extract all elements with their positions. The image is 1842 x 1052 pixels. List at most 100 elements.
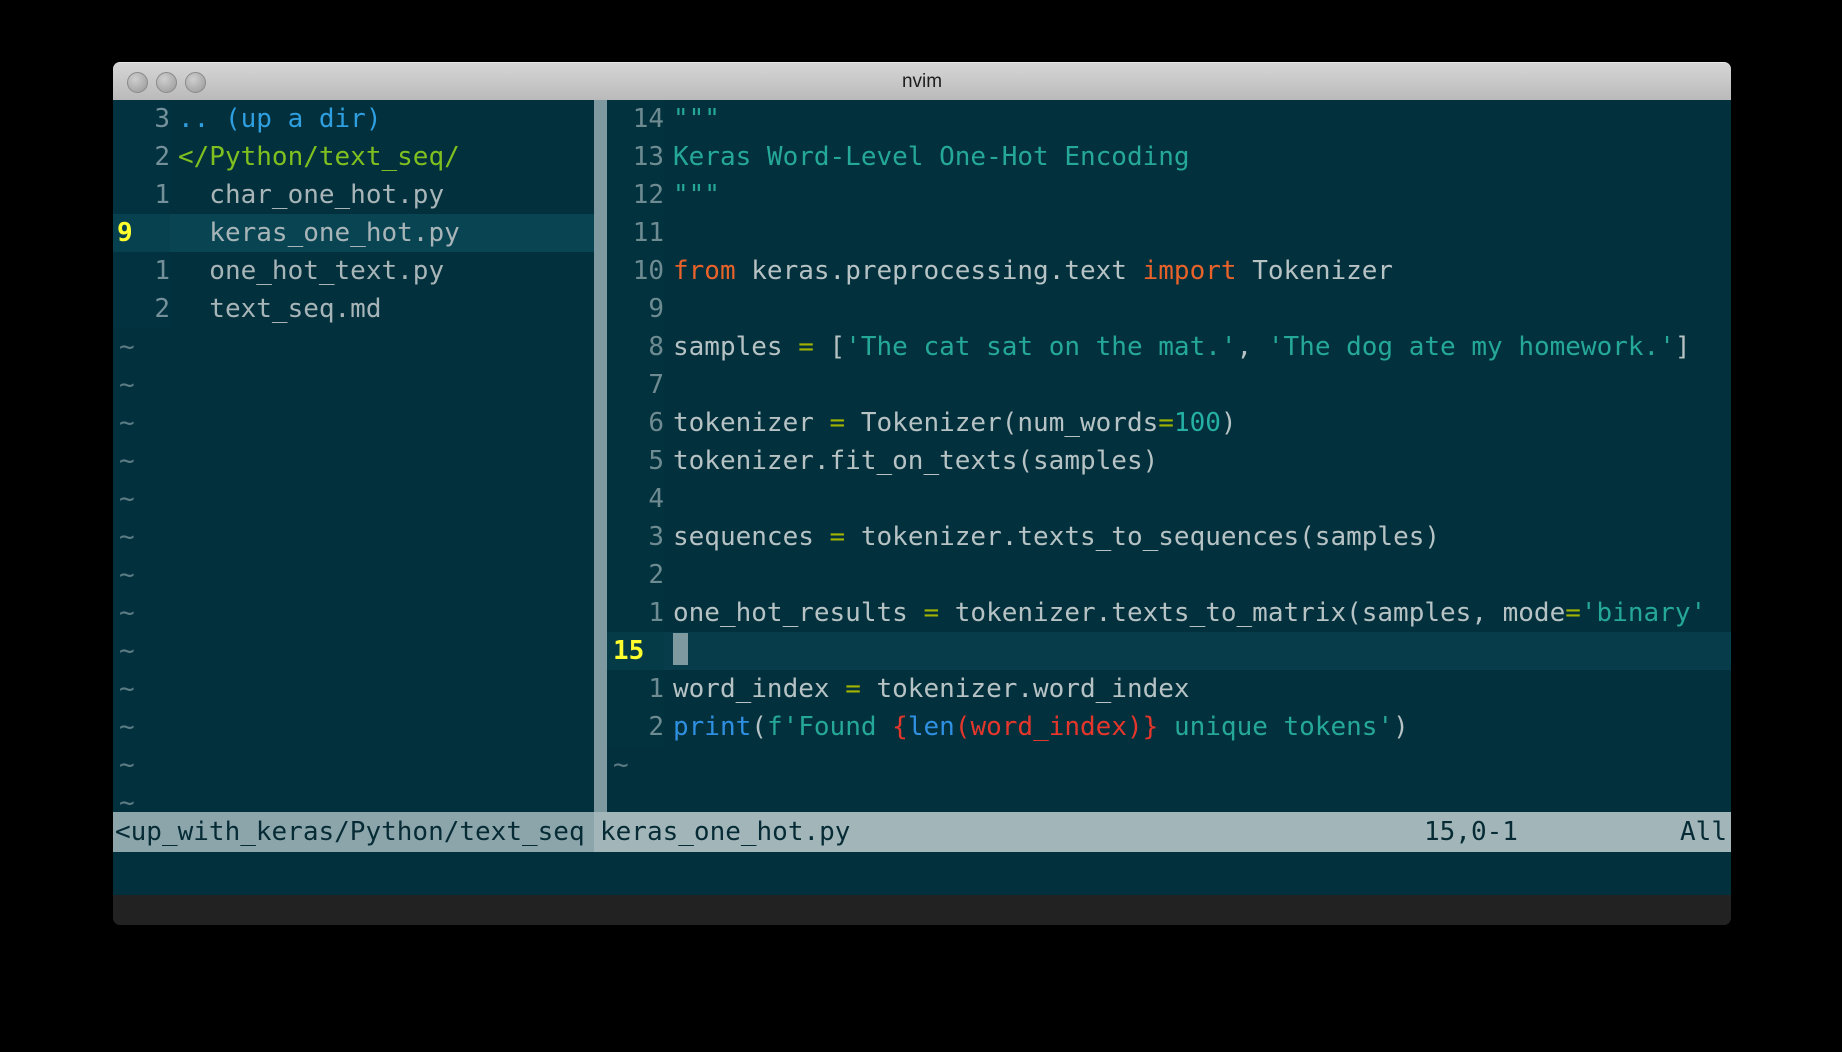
explorer-line-number: 2 <box>113 138 170 176</box>
explorer-filler-tilde: ~ <box>119 408 135 438</box>
code-line[interactable]: 9 <box>607 290 1731 328</box>
code-line-content: samples = ['The cat sat on the mat.', 'T… <box>664 332 1691 362</box>
status-scroll-indicator: All <box>1680 817 1727 847</box>
code-line[interactable]: 4 <box>607 480 1731 518</box>
code-line[interactable]: 1 one_hot_results = tokenizer.texts_to_ma… <box>607 594 1731 632</box>
status-editor: keras_one_hot.py 15,0-1 All <box>594 812 1731 852</box>
explorer-filler-tilde: ~ <box>119 788 135 812</box>
explorer-line-number: 9 <box>113 214 170 252</box>
window-title: nvim <box>901 71 943 92</box>
explorer-entry[interactable]: 1 one_hot_text.py <box>113 252 594 290</box>
explorer-filler-tilde: ~ <box>119 598 135 628</box>
code-line-number: 9 <box>607 290 664 328</box>
code-token: = <box>845 674 861 704</box>
code-token: = <box>829 522 846 552</box>
code-line-content <box>664 294 673 324</box>
code-line-number: 8 <box>607 328 664 366</box>
code-line-number: 15 <box>607 632 664 670</box>
code-token: """ <box>673 180 720 210</box>
code-line-number: 6 <box>607 404 664 442</box>
status-explorer-path: <up_with_keras/Python/text_seq <box>113 812 594 852</box>
explorer-line-number: 2 <box>113 290 170 328</box>
code-line[interactable]: 14 """ <box>607 100 1731 138</box>
code-token: import <box>1142 256 1237 286</box>
code-token: ) <box>1393 712 1409 742</box>
code-line[interactable]: 7 <box>607 366 1731 404</box>
code-line-content: Keras Word-Level One-Hot Encoding <box>664 142 1190 172</box>
code-line[interactable]: 12 """ <box>607 176 1731 214</box>
explorer-entry[interactable]: 3 .. (up a dir) <box>113 100 594 138</box>
code-token: 'The cat sat on the mat.' <box>845 332 1237 362</box>
command-line[interactable] <box>113 852 1731 895</box>
code-line[interactable]: 13 Keras Word-Level One-Hot Encoding <box>607 138 1731 176</box>
status-cursor-position: 15,0-1 <box>1424 817 1518 847</box>
explorer-filler-tilde: ~ <box>119 712 135 742</box>
code-line[interactable]: 11 <box>607 214 1731 252</box>
code-token: ] <box>1674 332 1691 362</box>
code-token: = <box>1565 598 1581 628</box>
code-token: Tokenizer(num_words <box>845 408 1159 438</box>
explorer-entry-label: one_hot_text.py <box>178 256 445 286</box>
code-line-number: 11 <box>607 214 664 252</box>
code-line[interactable]: 6 tokenizer = Tokenizer(num_words=100) <box>607 404 1731 442</box>
code-line-content: sequences = tokenizer.texts_to_sequences… <box>664 522 1440 552</box>
code-line-content: print(f'Found {len(word_index)} unique t… <box>664 712 1409 742</box>
code-line-number: 5 <box>607 442 664 480</box>
explorer-filler-tilde: ~ <box>119 332 135 362</box>
code-token: tokenizer.word_index <box>860 674 1190 704</box>
explorer-entry[interactable]: 1 char_one_hot.py <box>113 176 594 214</box>
code-token: Tokenizer <box>1236 256 1394 286</box>
code-line[interactable]: 2 print(f'Found {len(word_index)} unique … <box>607 708 1731 746</box>
code-token: tokenizer.fit_on_texts(samples) <box>673 446 1159 476</box>
vim-body: 3 .. (up a dir) 2 </Python/text_seq/1 char_… <box>113 100 1731 895</box>
explorer-filler-tilde: ~ <box>119 446 135 476</box>
explorer-filler-tilde: ~ <box>119 522 135 552</box>
explorer-entry[interactable]: 2 </Python/text_seq/ <box>113 138 594 176</box>
explorer-entry-label: </Python/text_seq/ <box>178 142 460 172</box>
explorer-filler-tilde: ~ <box>119 484 135 514</box>
code-line[interactable]: 2 <box>607 556 1731 594</box>
explorer-filler-tilde: ~ <box>119 560 135 590</box>
file-explorer-pane[interactable]: 3 .. (up a dir) 2 </Python/text_seq/1 char_… <box>113 100 594 812</box>
code-line[interactable]: 15 <box>607 632 1731 670</box>
code-line[interactable]: 1 word_index = tokenizer.word_index <box>607 670 1731 708</box>
explorer-entry-label: .. (up a dir) <box>178 104 382 134</box>
code-line[interactable]: 3 sequences = tokenizer.texts_to_sequence… <box>607 518 1731 556</box>
code-line-content <box>664 484 673 514</box>
editor-filler-tilde: ~ <box>613 750 629 780</box>
code-line-number: 3 <box>607 518 664 556</box>
code-line-content: """ <box>664 104 720 134</box>
explorer-entry[interactable]: 2 text_seq.md <box>113 290 594 328</box>
code-line[interactable]: 5 tokenizer.fit_on_texts(samples) <box>607 442 1731 480</box>
code-line-content: tokenizer.fit_on_texts(samples) <box>664 446 1158 476</box>
code-editor-pane[interactable]: 14 """ 13 Keras Word-Level One-Hot Encoding… <box>607 100 1731 812</box>
code-line[interactable]: 10 from keras.preprocessing.text import T… <box>607 252 1731 290</box>
vertical-split-separator[interactable] <box>594 100 607 812</box>
code-token: 'The dog ate my homework.' <box>1267 332 1675 362</box>
code-line-number: 7 <box>607 366 664 404</box>
code-line-content: word_index = tokenizer.word_index <box>664 674 1190 704</box>
window-titlebar[interactable]: nvim <box>113 62 1731 102</box>
explorer-entry[interactable]: 9 keras_one_hot.py <box>113 214 594 252</box>
code-line-number: 14 <box>607 100 664 138</box>
explorer-filler-tilde: ~ <box>119 674 135 704</box>
explorer-entry-label: keras_one_hot.py <box>178 218 460 248</box>
code-token: 100 <box>1173 408 1221 438</box>
code-line-number: 12 <box>607 176 664 214</box>
code-line[interactable]: 8 samples = ['The cat sat on the mat.', '… <box>607 328 1731 366</box>
code-line-content: """ <box>664 180 720 210</box>
code-token: from <box>673 256 736 286</box>
code-token: samples <box>673 332 799 362</box>
code-line-number: 1 <box>607 670 664 708</box>
code-token: print <box>673 712 752 742</box>
code-token: } <box>1142 712 1159 742</box>
code-token: keras.preprocessing.text <box>735 256 1143 286</box>
code-line-content <box>664 370 673 400</box>
code-line-content <box>664 560 673 590</box>
code-token: ( <box>751 712 767 742</box>
code-token: { <box>892 712 908 742</box>
explorer-line-number: 1 <box>113 252 170 290</box>
code-token: word_index <box>673 674 846 704</box>
code-line-number: 2 <box>607 708 664 746</box>
desktop-background: nvim 3 .. (up a dir) 2 </Python/text_seq/1 … <box>0 0 1842 1052</box>
